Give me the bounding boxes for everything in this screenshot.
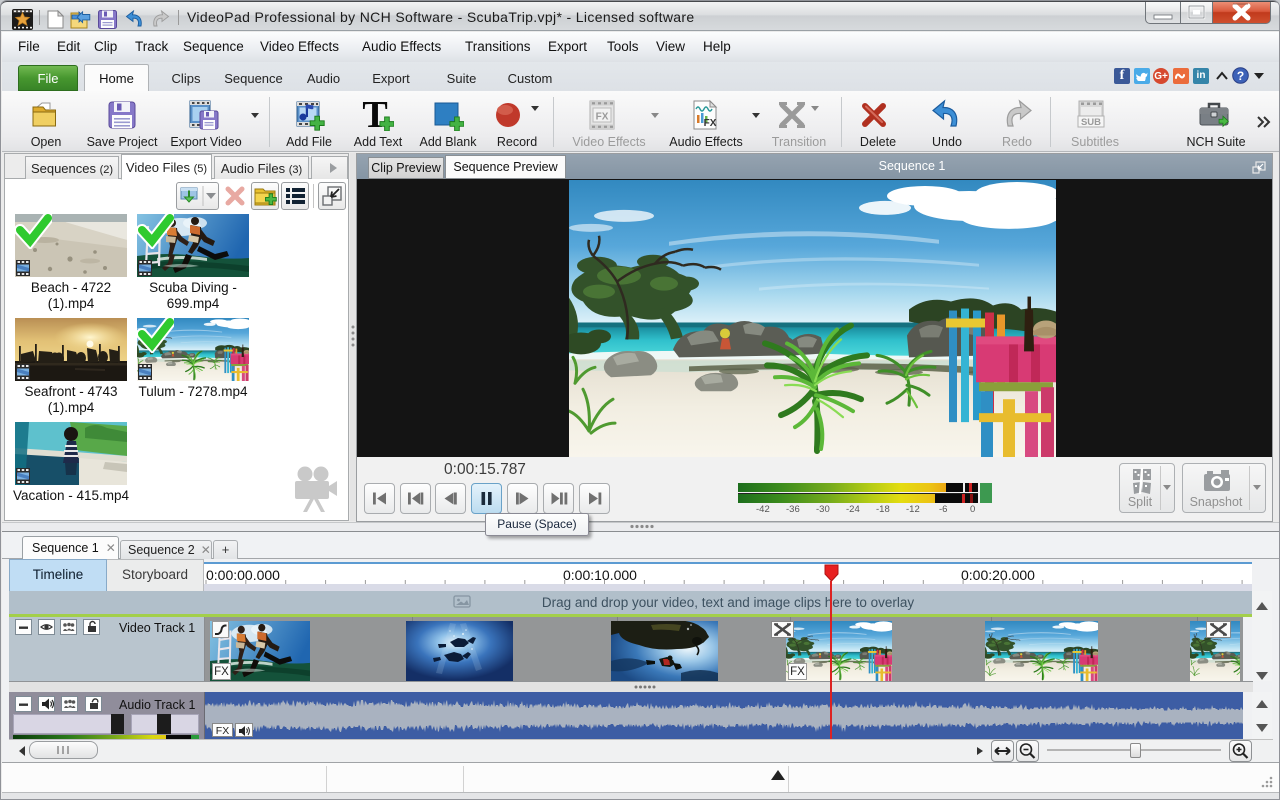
svg-text:FX: FX	[704, 118, 717, 129]
svg-text:FX: FX	[596, 112, 609, 123]
svg-text:SUB: SUB	[1081, 117, 1101, 128]
svg-text:?: ?	[1237, 69, 1244, 83]
